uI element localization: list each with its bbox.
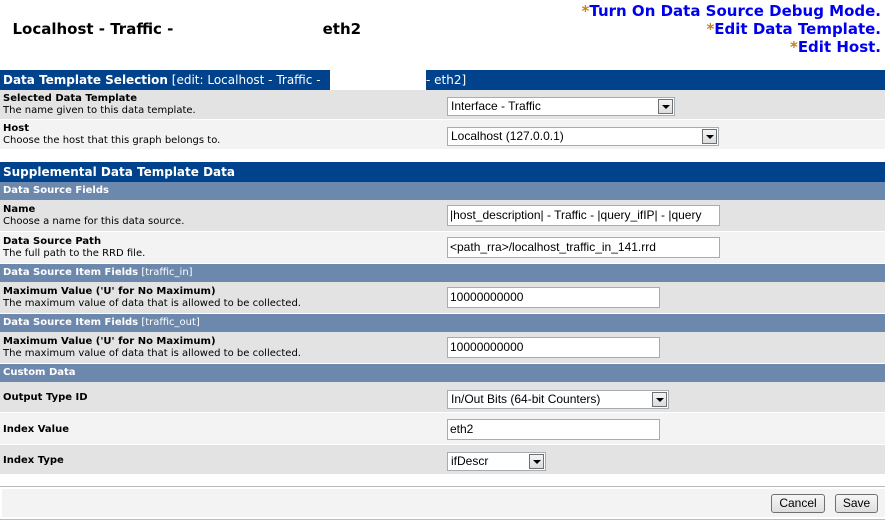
template-selection-section: Data Template Selection [edit: Localhost… [0, 70, 885, 150]
form-row-host: Host Choose the host that this graph bel… [0, 120, 885, 150]
field-label: Output Type ID [3, 392, 88, 403]
selected-value: Interface - Traffic [451, 99, 541, 113]
footer-panel [2, 489, 885, 517]
form-row-output-type: Output Type ID In/Out Bits (64-bit Count… [0, 382, 885, 413]
page-title-prefix: Localhost - Traffic - [12, 20, 179, 38]
max-value-in-input[interactable]: 10000000000 [447, 287, 660, 308]
selected-value: Localhost (127.0.0.1) [451, 129, 564, 143]
chevron-down-icon[interactable] [529, 454, 544, 469]
data-source-path-input[interactable]: <path_rra>/localhost_traffic_in_141.rrd [447, 237, 720, 258]
debug-mode-link[interactable]: Turn On Data Source Debug Mode. [589, 2, 881, 20]
supplemental-section: Supplemental Data Template Data Data Sou… [0, 162, 885, 475]
edit-prefix: [edit: Localhost - Traffic - [171, 73, 321, 87]
field-label: Index Value [3, 424, 69, 435]
field-description: The name given to this data template. [3, 105, 196, 116]
chevron-down-icon[interactable] [652, 392, 667, 407]
form-row-index-value: Index Value eth2 [0, 413, 885, 445]
selected-value: ifDescr [451, 454, 489, 468]
field-label: Data Source Path [3, 236, 102, 247]
field-description: Choose a name for this data source. [3, 216, 185, 227]
form-row-index-type: Index Type ifDescr [0, 445, 885, 475]
field-label: Name [3, 204, 36, 215]
subheader-data-source-fields: Data Source Fields [0, 182, 885, 200]
index-type-select[interactable]: ifDescr [447, 452, 546, 471]
subheader-custom-data: Custom Data [0, 364, 885, 382]
form-row-max-value-in: Maximum Value ('U' for No Maximum) The m… [0, 282, 885, 314]
subheader-tag: [traffic_in] [141, 267, 193, 278]
edit-host-link[interactable]: Edit Host. [798, 38, 881, 56]
form-row-name: Name Choose a name for this data source.… [0, 200, 885, 232]
index-value-input[interactable]: eth2 [447, 419, 660, 440]
section-header: Data Template Selection [edit: Localhost… [0, 70, 885, 94]
host-select[interactable]: Localhost (127.0.0.1) [447, 127, 719, 146]
save-button[interactable]: Save [835, 494, 878, 513]
subheader-item-fields-traffic-in: Data Source Item Fields [traffic_in] [0, 264, 885, 282]
edit-suffix: - eth2] [426, 73, 467, 87]
field-description: The full path to the RRD file. [3, 248, 146, 259]
field-description: The maximum value of data that is allowe… [3, 298, 301, 309]
action-links: *Turn On Data Source Debug Mode. *Edit D… [582, 2, 881, 56]
section-title: Data Template Selection [3, 73, 168, 87]
edit-data-template-link[interactable]: Edit Data Template. [714, 20, 881, 38]
field-label: Selected Data Template [3, 93, 137, 104]
field-description: The maximum value of data that is allowe… [3, 348, 301, 359]
selected-value: In/Out Bits (64-bit Counters) [451, 392, 601, 406]
form-row-max-value-out: Maximum Value ('U' for No Maximum) The m… [0, 332, 885, 364]
subheader-title: Data Source Item Fields [3, 267, 139, 278]
asterisk-icon: * [789, 38, 798, 56]
section-header: Supplemental Data Template Data [0, 162, 885, 182]
subheader-item-fields-traffic-out: Data Source Item Fields [traffic_out] [0, 314, 885, 332]
form-footer: Cancel Save [0, 486, 885, 520]
section-title: Supplemental Data Template Data [3, 165, 235, 179]
subheader-title: Data Source Item Fields [3, 317, 139, 328]
field-label: Maximum Value ('U' for No Maximum) [3, 336, 216, 347]
page-title: Localhost - Traffic - eth2 [2, 2, 361, 38]
name-input[interactable]: |host_description| - Traffic - |query_if… [447, 205, 720, 226]
subheader-tag: [traffic_out] [141, 317, 200, 328]
subheader-title: Custom Data [3, 367, 76, 378]
redacted-region [178, 20, 331, 38]
max-value-out-input[interactable]: 10000000000 [447, 337, 660, 358]
form-row-data-template: Selected Data Template The name given to… [0, 90, 885, 120]
chevron-down-icon[interactable] [658, 99, 673, 114]
data-template-select[interactable]: Interface - Traffic [447, 97, 675, 116]
chevron-down-icon[interactable] [702, 129, 717, 144]
page-title-suffix: eth2 [322, 20, 362, 38]
subheader-title: Data Source Fields [3, 185, 109, 196]
field-label: Index Type [3, 455, 64, 466]
field-label: Maximum Value ('U' for No Maximum) [3, 286, 216, 297]
form-row-data-source-path: Data Source Path The full path to the RR… [0, 232, 885, 264]
field-label: Host [3, 123, 29, 134]
field-description: Choose the host that this graph belongs … [3, 135, 221, 146]
cancel-button[interactable]: Cancel [771, 494, 825, 513]
output-type-select[interactable]: In/Out Bits (64-bit Counters) [447, 390, 669, 409]
